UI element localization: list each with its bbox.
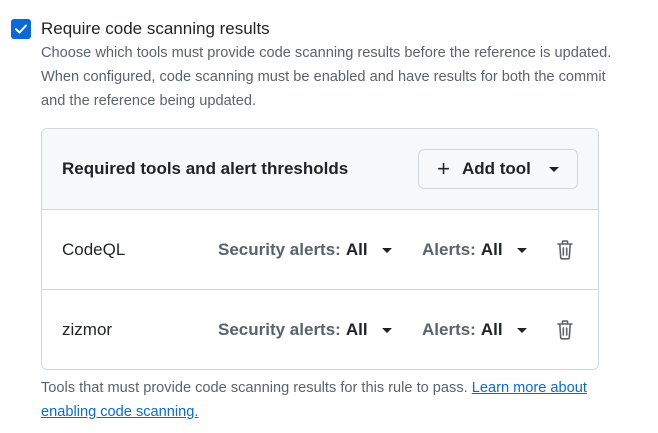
- required-tools-panel: Required tools and alert thresholds + Ad…: [41, 128, 599, 370]
- delete-tool-button[interactable]: [555, 320, 575, 340]
- require-code-scanning-description: Choose which tools must provide code sca…: [41, 45, 612, 109]
- security-alerts-select[interactable]: Security alerts: All: [218, 290, 392, 369]
- security-alerts-value: All: [345, 320, 368, 339]
- alerts-select[interactable]: Alerts: All: [422, 290, 527, 369]
- required-tools-footer: Tools that must provide code scanning re…: [41, 376, 621, 424]
- alerts-value: All: [480, 240, 503, 259]
- chevron-down-icon: [516, 327, 527, 333]
- alerts-value: All: [480, 320, 503, 339]
- chevron-down-icon: [381, 247, 392, 253]
- required-tools-title: Required tools and alert thresholds: [62, 159, 349, 178]
- code-scanning-rule-section: Require code scanning results Choose whi…: [0, 0, 658, 433]
- required-tools-header: Required tools and alert thresholds + Ad…: [42, 129, 598, 210]
- tool-row-zizmor: zizmor Security alerts: All Alerts: All: [42, 290, 598, 369]
- chevron-down-icon: [516, 247, 527, 253]
- require-code-scanning-checkbox[interactable]: [11, 19, 31, 39]
- add-tool-button[interactable]: + Add tool: [418, 149, 578, 189]
- tool-row-codeql: CodeQL Security alerts: All Alerts: All: [42, 210, 598, 290]
- chevron-down-icon: [381, 327, 392, 333]
- trash-icon: [557, 320, 573, 340]
- plus-icon: +: [437, 156, 450, 181]
- security-alerts-label: Security alerts:: [218, 320, 341, 339]
- footer-text: Tools that must provide code scanning re…: [41, 380, 472, 396]
- add-tool-label: Add tool: [461, 159, 531, 178]
- alerts-label: Alerts:: [422, 320, 476, 339]
- tool-name: zizmor: [62, 320, 113, 339]
- chevron-down-icon: [548, 166, 559, 172]
- checkmark-icon: [15, 24, 27, 34]
- security-alerts-select[interactable]: Security alerts: All: [218, 210, 392, 290]
- require-code-scanning-row[interactable]: Require code scanning results: [11, 17, 270, 41]
- alerts-label: Alerts:: [422, 240, 476, 259]
- tool-name: CodeQL: [62, 240, 126, 259]
- security-alerts-value: All: [345, 240, 368, 259]
- alerts-select[interactable]: Alerts: All: [422, 210, 527, 290]
- delete-tool-button[interactable]: [555, 240, 575, 260]
- security-alerts-label: Security alerts:: [218, 240, 341, 259]
- require-code-scanning-label[interactable]: Require code scanning results: [41, 17, 270, 41]
- trash-icon: [557, 240, 573, 260]
